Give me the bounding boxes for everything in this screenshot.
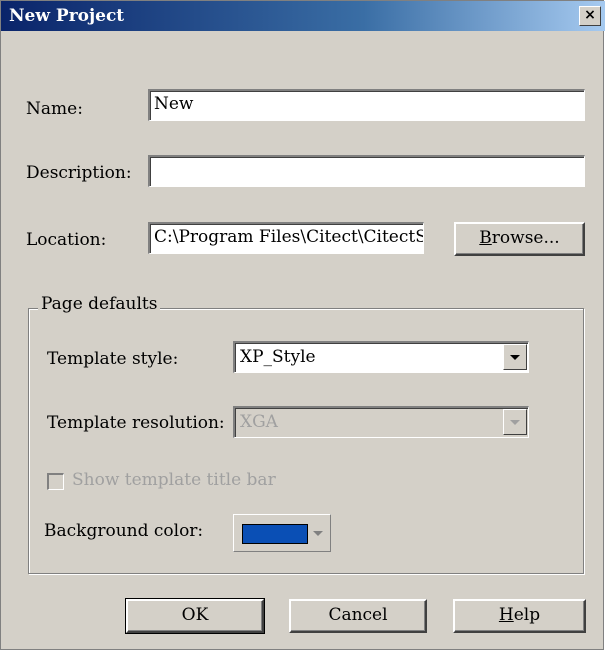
window-title: New Project xyxy=(9,6,125,26)
description-label: Description: xyxy=(26,163,132,183)
template-resolution-select: XGA xyxy=(233,406,529,438)
help-mnemonic: H xyxy=(498,605,514,625)
cancel-button[interactable]: Cancel xyxy=(289,599,427,633)
name-label: Name: xyxy=(26,99,83,119)
name-input[interactable]: New xyxy=(148,89,585,121)
chevron-down-icon xyxy=(313,531,323,536)
template-style-select[interactable]: XP_Style xyxy=(233,341,529,373)
background-color-label: Background color: xyxy=(44,521,204,541)
description-input[interactable] xyxy=(148,155,585,187)
help-button[interactable]: Help xyxy=(453,599,586,633)
location-input[interactable]: C:\Program Files\Citect\CitectS( xyxy=(148,222,424,254)
template-resolution-dropdown-button xyxy=(503,409,527,435)
background-color-picker[interactable] xyxy=(233,514,331,552)
chevron-down-icon xyxy=(510,420,520,425)
template-resolution-label: Template resolution: xyxy=(47,413,225,433)
location-label: Location: xyxy=(26,230,107,250)
help-label: elp xyxy=(513,605,541,625)
chevron-down-icon xyxy=(510,355,520,360)
show-title-bar-label: Show template title bar xyxy=(72,470,276,490)
title-bar[interactable]: New Project × xyxy=(1,1,605,31)
new-project-dialog: New Project × Name: New Description: Loc… xyxy=(0,0,605,650)
close-icon: × xyxy=(584,7,596,23)
template-resolution-value: XGA xyxy=(240,412,278,432)
browse-label: rowse... xyxy=(491,228,560,248)
page-defaults-legend: Page defaults xyxy=(38,294,161,314)
browse-mnemonic: B xyxy=(479,228,492,248)
color-swatch xyxy=(242,524,308,544)
template-style-value: XP_Style xyxy=(240,347,316,367)
template-style-label: Template style: xyxy=(47,349,179,369)
browse-button[interactable]: Browse... xyxy=(454,222,585,256)
template-style-dropdown-button[interactable] xyxy=(503,344,527,370)
ok-button[interactable]: OK xyxy=(125,598,265,634)
show-title-bar-checkbox xyxy=(47,473,64,490)
close-button[interactable]: × xyxy=(579,6,601,26)
